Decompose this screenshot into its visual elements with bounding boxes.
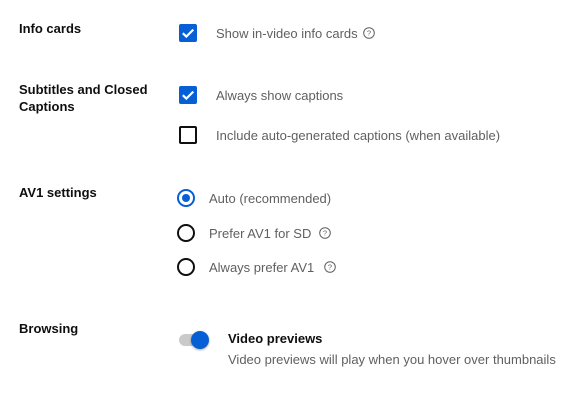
av1-prefer-sd-label: Prefer AV1 for SD bbox=[209, 226, 312, 241]
section-title-browsing: Browsing bbox=[19, 321, 79, 336]
always-show-captions-label: Always show captions bbox=[216, 88, 344, 103]
section-title-subtitles-line2: Captions bbox=[19, 99, 75, 114]
auto-generated-captions-label: Include auto-generated captions (when av… bbox=[216, 128, 501, 143]
section-title-av1: AV1 settings bbox=[19, 185, 97, 200]
help-circle-icon[interactable]: ? bbox=[319, 227, 331, 239]
video-previews-title: Video previews bbox=[228, 331, 323, 346]
section-title-subtitles-line1: Subtitles and Closed bbox=[19, 82, 148, 97]
av1-auto-label: Auto (recommended) bbox=[209, 191, 332, 206]
av1-prefer-sd-radio[interactable] bbox=[177, 224, 195, 242]
radio-selected-dot bbox=[182, 194, 190, 202]
toggle-knob bbox=[191, 331, 209, 349]
checkmark-icon bbox=[182, 90, 195, 101]
svg-text:?: ? bbox=[328, 263, 332, 272]
svg-text:?: ? bbox=[323, 229, 327, 238]
svg-text:?: ? bbox=[367, 29, 371, 38]
show-info-cards-checkbox[interactable] bbox=[179, 24, 197, 42]
video-previews-toggle[interactable] bbox=[179, 331, 211, 349]
help-circle-icon[interactable]: ? bbox=[363, 27, 375, 39]
video-previews-description: Video previews will play when you hover … bbox=[228, 352, 556, 367]
checkmark-icon bbox=[182, 28, 195, 39]
show-info-cards-label: Show in-video info cards bbox=[216, 26, 358, 41]
always-show-captions-checkbox[interactable] bbox=[179, 86, 197, 104]
av1-always-prefer-label: Always prefer AV1 bbox=[209, 260, 315, 275]
av1-auto-radio[interactable] bbox=[177, 189, 195, 207]
av1-always-prefer-radio[interactable] bbox=[177, 258, 195, 276]
section-title-subtitles: Subtitles and Closed Captions bbox=[19, 81, 148, 115]
auto-generated-captions-checkbox[interactable] bbox=[179, 126, 197, 144]
help-circle-icon[interactable]: ? bbox=[324, 261, 336, 273]
section-title-info-cards: Info cards bbox=[19, 21, 82, 36]
